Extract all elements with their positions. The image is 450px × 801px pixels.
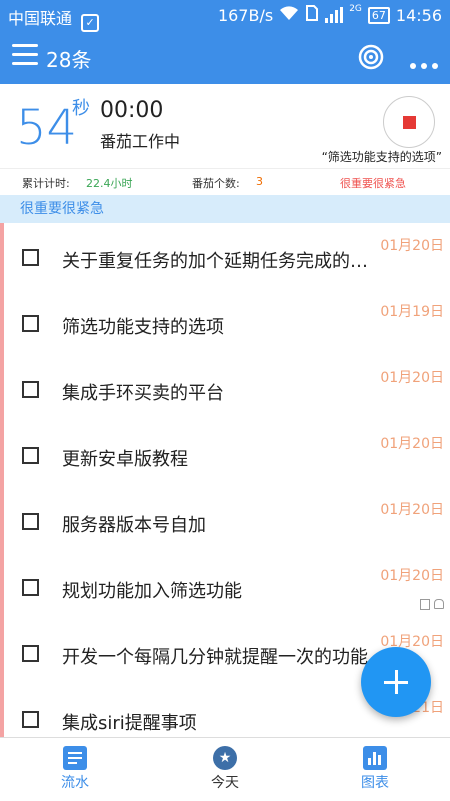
task-icons — [420, 599, 444, 610]
task-title: 更新安卓版教程 — [62, 449, 188, 470]
task-checkbox[interactable] — [22, 711, 39, 728]
bell-icon — [434, 599, 444, 609]
task-checkbox[interactable] — [22, 315, 39, 332]
note-icon — [420, 599, 430, 610]
network-speed: 167B/s — [217, 5, 274, 25]
task-title: 集成siri提醒事项 — [62, 713, 197, 734]
nav-flow-label: 流水 — [61, 775, 89, 791]
task-title: 开发一个每隔几分钟就提醒一次的功能 — [62, 647, 368, 668]
task-checkbox[interactable] — [22, 579, 39, 596]
task-row[interactable]: 更新安卓版教程 01月20日 — [0, 421, 450, 487]
carrier: 中国联通 — [8, 9, 73, 28]
task-date: 01月20日 — [380, 436, 444, 452]
check-icon: ✓ — [81, 14, 100, 32]
task-date: 01月20日 — [380, 502, 444, 518]
task-row[interactable]: 筛选功能支持的选项 01月19日 — [0, 289, 450, 355]
bar-chart-icon — [363, 746, 387, 770]
group-label: 很重要很紧急 — [20, 201, 104, 217]
star-icon: ★ — [213, 746, 237, 770]
add-task-button[interactable] — [361, 647, 431, 717]
signal-icon — [325, 7, 344, 23]
task-date: 01月20日 — [380, 568, 444, 584]
total-time-value: 22.4小时 — [86, 177, 133, 190]
task-date: 01月20日 — [380, 238, 444, 254]
task-row[interactable]: 关于重复任务的加个延期任务完成的问题 01月20日 — [0, 223, 450, 289]
task-title: 规划功能加入筛选功能 — [62, 581, 242, 602]
task-checkbox[interactable] — [22, 645, 39, 662]
timer-clock: 00:00 — [100, 98, 164, 123]
task-row[interactable]: 服务器版本号自加 01月20日 — [0, 487, 450, 553]
more-icon[interactable] — [410, 54, 444, 69]
task-title: 服务器版本号自加 — [62, 515, 206, 536]
clock: 14:56 — [395, 5, 442, 25]
task-title: 筛选功能支持的选项 — [62, 317, 224, 338]
nav-flow[interactable]: 流水 — [0, 742, 150, 792]
page-title: 28条 — [46, 48, 92, 72]
task-checkbox[interactable] — [22, 513, 39, 530]
stop-button[interactable] — [383, 96, 435, 148]
timer-state: 番茄工作中 — [100, 132, 181, 151]
target-icon[interactable] — [358, 44, 384, 70]
app-bar: 28条 — [0, 32, 450, 84]
nav-chart[interactable]: 图表 — [300, 742, 450, 792]
bottom-nav: 流水 ★ 今天 图表 — [0, 737, 450, 801]
task-title: 关于重复任务的加个延期任务完成的问题 — [62, 251, 380, 272]
nav-today[interactable]: ★ 今天 — [150, 742, 300, 792]
status-right: 167B/s 2G 67 14:56 — [217, 4, 442, 25]
timer-seconds: 54 — [16, 100, 78, 156]
task-date: 01月20日 — [380, 370, 444, 386]
stop-icon — [403, 116, 416, 129]
timer-seconds-unit: 秒 — [72, 98, 90, 119]
task-checkbox[interactable] — [22, 381, 39, 398]
pomodoro-count-value: 3 — [256, 175, 263, 188]
task-title: 集成手环买卖的平台 — [62, 383, 224, 404]
pomodoro-timer: 54 秒 00:00 番茄工作中 “筛选功能支持的选项” — [0, 84, 450, 168]
total-time-label: 累计计时: — [22, 177, 70, 190]
network-type: 2G — [349, 4, 362, 14]
task-checkbox[interactable] — [22, 447, 39, 464]
battery-icon: 67 — [367, 6, 390, 24]
stats-bar: 累计计时: 22.4小时 番茄个数: 3 很重要很紧急 — [0, 168, 450, 195]
menu-icon[interactable] — [12, 44, 38, 70]
nav-chart-label: 图表 — [361, 775, 389, 791]
list-icon — [63, 746, 87, 770]
status-left: 中国联通 ✓ — [8, 5, 100, 32]
pomodoro-count-label: 番茄个数: — [192, 177, 240, 190]
current-task: “筛选功能支持的选项” — [321, 150, 442, 164]
wifi-icon — [279, 5, 299, 25]
task-row[interactable]: 规划功能加入筛选功能 01月20日 — [0, 553, 450, 619]
task-date: 01月19日 — [380, 304, 444, 320]
nav-today-label: 今天 — [211, 775, 239, 791]
status-bar: 中国联通 ✓ 167B/s 2G 67 14:56 — [0, 0, 450, 32]
group-header[interactable]: 很重要很紧急 — [0, 195, 450, 223]
task-row[interactable]: 集成手环买卖的平台 01月20日 — [0, 355, 450, 421]
task-checkbox[interactable] — [22, 249, 39, 266]
priority-label: 很重要很紧急 — [340, 177, 406, 190]
sim-icon — [305, 5, 319, 25]
